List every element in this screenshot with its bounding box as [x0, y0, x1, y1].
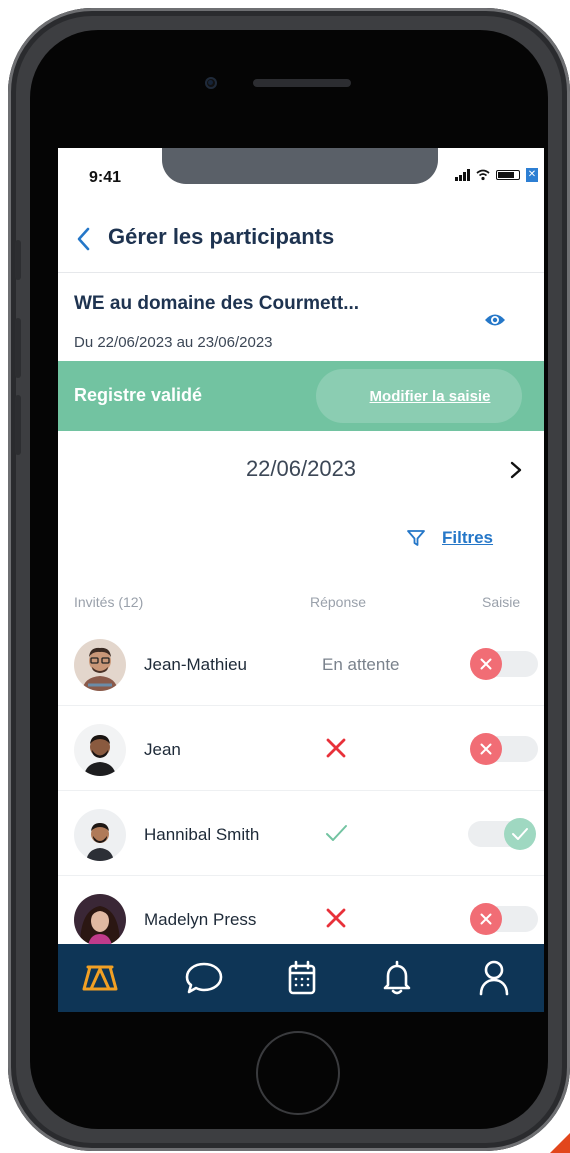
- edit-entry-button[interactable]: Modifier la saisie: [316, 369, 522, 423]
- event-title: WE au domaine des Courmett...: [74, 293, 360, 314]
- tent-icon: [82, 965, 118, 991]
- calendar-icon: [288, 960, 316, 995]
- current-date: 22/06/2023: [245, 456, 357, 481]
- declined-x-icon: [326, 908, 346, 928]
- banner-label: Registre validé: [74, 385, 203, 405]
- participant-name: Jean-Mathieu: [144, 655, 248, 674]
- wifi-icon: [476, 169, 490, 181]
- battery-icon: [496, 170, 520, 180]
- front-camera: [205, 77, 217, 89]
- tab-notifications[interactable]: [375, 956, 419, 1000]
- avatar: [74, 639, 126, 691]
- event-dates: Du 22/06/2023 au 23/06/2023: [74, 334, 273, 351]
- avatar: [74, 724, 126, 776]
- column-header-guests: Invités (12): [74, 594, 144, 610]
- participant-name: Madelyn Press: [144, 910, 257, 929]
- tab-profile[interactable]: [472, 956, 516, 1000]
- entry-toggle-on[interactable]: [468, 818, 538, 850]
- bottom-tab-bar: [58, 944, 544, 1012]
- table-row: Hannibal Smith: [58, 792, 544, 876]
- participant-name: Jean: [144, 740, 181, 759]
- back-chevron-icon[interactable]: [74, 226, 94, 252]
- bell-icon: [383, 960, 411, 995]
- eye-icon[interactable]: [484, 312, 506, 328]
- volume-up-button: [15, 318, 21, 378]
- tab-messages[interactable]: [182, 956, 226, 1000]
- filter-icon: [407, 530, 425, 546]
- filters-label: Filtres: [442, 528, 494, 547]
- participant-name: Hannibal Smith: [144, 825, 260, 844]
- avatar: [74, 809, 126, 861]
- avatar: [74, 894, 126, 946]
- signal-icon: [455, 169, 470, 181]
- earpiece-speaker: [253, 79, 351, 87]
- entry-toggle-off[interactable]: [468, 903, 538, 935]
- close-box-icon: ✕: [526, 168, 538, 182]
- corner-decoration: [550, 1133, 570, 1153]
- filters-link[interactable]: Filtres: [406, 528, 493, 548]
- tab-calendar[interactable]: [280, 956, 324, 1000]
- header-divider: [58, 272, 544, 273]
- status-icons: ✕: [455, 168, 538, 182]
- entry-toggle-off[interactable]: [468, 733, 538, 765]
- row-divider: [58, 790, 544, 791]
- chat-icon: [185, 962, 223, 994]
- table-row: Jean: [58, 707, 544, 791]
- status-time: 9:41: [89, 169, 122, 186]
- column-header-response: Réponse: [310, 594, 367, 610]
- chevron-right-icon[interactable]: [509, 460, 523, 480]
- notch: [162, 148, 438, 184]
- mute-switch: [15, 240, 21, 280]
- volume-down-button: [15, 395, 21, 455]
- column-header-entry: Saisie: [482, 594, 521, 610]
- row-divider: [58, 705, 544, 706]
- response-status: En attente: [322, 655, 400, 674]
- app-screen: 9:41 ✕ Gérer les participants WE au doma…: [58, 148, 544, 1012]
- page-title: Gérer les participants: [108, 224, 335, 249]
- row-divider: [58, 875, 544, 876]
- home-button[interactable]: [256, 1031, 340, 1115]
- entry-toggle-off[interactable]: [468, 648, 538, 680]
- declined-x-icon: [326, 738, 346, 758]
- profile-icon: [479, 960, 509, 996]
- accepted-check-icon: [326, 825, 347, 841]
- table-row: Jean-Mathieu En attente: [58, 622, 544, 706]
- tab-events[interactable]: [78, 956, 122, 1000]
